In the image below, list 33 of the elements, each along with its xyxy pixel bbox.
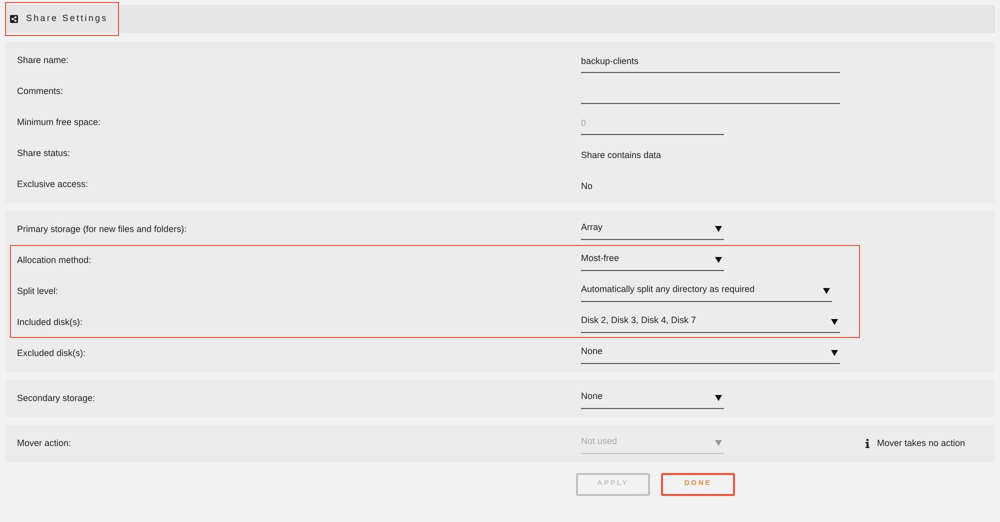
dropdown[interactable]: Most-free	[581, 250, 724, 270]
caret-icon	[715, 224, 722, 232]
caret-icon	[715, 438, 722, 446]
field-label: Minimum free space:	[17, 116, 102, 129]
dropdown[interactable]: Disk 2, Disk 3, Disk 4, Disk 7	[581, 312, 840, 332]
page-title: Share Settings	[26, 12, 108, 26]
dropdown[interactable]: Array	[581, 220, 724, 240]
field-value: No	[581, 180, 593, 190]
dropdown[interactable]: None	[581, 388, 724, 408]
dropdown[interactable]: None	[581, 344, 840, 364]
field-value: Share contains data	[581, 150, 662, 160]
field-label: Mover action:	[17, 436, 72, 450]
field-label: Included disk(s):	[17, 316, 84, 329]
info-note: Mover takes no action	[877, 436, 966, 450]
caret-icon	[831, 348, 838, 356]
text-field[interactable]: backup-clients	[581, 52, 840, 73]
info-icon	[865, 439, 870, 448]
field-label: Share status:	[17, 146, 72, 160]
text-field[interactable]: 0	[581, 114, 724, 135]
caret-icon	[823, 286, 830, 294]
field-label: Secondary storage:	[17, 392, 96, 405]
field-label: Allocation method:	[17, 254, 92, 267]
field-label: Split level:	[17, 284, 60, 298]
field-label: Share name:	[17, 54, 70, 67]
field-label: Excluded disk(s):	[17, 346, 87, 360]
caret-icon	[831, 318, 838, 324]
dropdown[interactable]: Automatically split any directory as required	[581, 282, 832, 302]
share-icon	[10, 15, 18, 23]
caret-icon	[715, 256, 722, 262]
field-label: Exclusive access:	[17, 178, 90, 191]
field-label: Primary storage (for new files and folders):	[17, 222, 188, 236]
caret-icon	[715, 394, 722, 400]
field-label: Comments:	[17, 84, 64, 98]
